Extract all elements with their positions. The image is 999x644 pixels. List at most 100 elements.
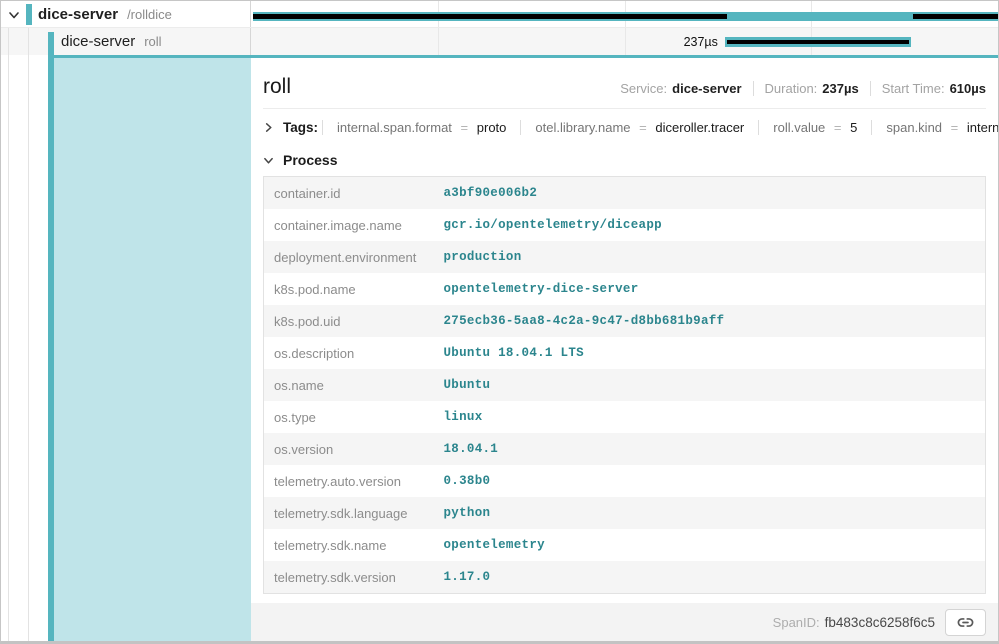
- span-detail-footer: SpanID: fb483c8c6258f6c5: [251, 603, 998, 641]
- process-table-row: os.name Ubuntu: [264, 369, 986, 401]
- span-row-rolldice[interactable]: dice-server /rolldice: [1, 1, 998, 28]
- span-duration-bar-rolldice[interactable]: [253, 12, 998, 21]
- tag-value: 5: [850, 120, 857, 135]
- process-table-row: telemetry.auto.version 0.38b0: [264, 465, 986, 497]
- tag-equals: =: [639, 120, 647, 135]
- process-value: production: [434, 241, 986, 273]
- process-value: python: [434, 497, 986, 529]
- span-bar-core: [913, 14, 998, 19]
- process-value: gcr.io/opentelemetry/diceapp: [434, 209, 986, 241]
- jaeger-trace-detail-window: dice-server /rolldice dice-server roll 2…: [0, 0, 999, 644]
- indent-guide: [28, 28, 29, 55]
- process-value: Ubuntu: [434, 369, 986, 401]
- span-detail-left-strip: [1, 55, 251, 641]
- tags-label: Tags:: [283, 120, 318, 135]
- tag-item: span.kind = internal: [871, 120, 998, 135]
- tag-item: internal.span.format = proto: [322, 120, 520, 135]
- chevron-down-icon: [263, 155, 274, 166]
- operation-name: /rolldice: [127, 7, 172, 22]
- collapse-chevron-down-icon[interactable]: [8, 9, 20, 21]
- process-key: container.id: [264, 177, 434, 210]
- process-table-row: k8s.pod.name opentelemetry-dice-server: [264, 273, 986, 305]
- tag-item: otel.library.name = diceroller.tracer: [520, 120, 758, 135]
- process-value: 1.17.0: [434, 561, 986, 594]
- start-time-value: 610µs: [950, 81, 986, 96]
- process-table-row: container.id a3bf90e006b2: [264, 177, 986, 210]
- operation-name: roll: [144, 34, 161, 49]
- process-value: opentelemetry-dice-server: [434, 273, 986, 305]
- process-key: k8s.pod.name: [264, 273, 434, 305]
- tag-key: span.kind: [886, 120, 942, 135]
- chevron-right-icon: [263, 122, 274, 133]
- process-keyvalues-table: container.id a3bf90e006b2 container.imag…: [263, 176, 986, 594]
- start-time-label: Start Time:: [882, 81, 945, 96]
- span-detail-panel: roll Service: dice-server Duration: 237µ…: [251, 55, 998, 641]
- process-table-row: os.version 18.04.1: [264, 433, 986, 465]
- span-duration-bar-roll[interactable]: [725, 37, 912, 47]
- tag-value: proto: [477, 120, 507, 135]
- link-icon: [957, 614, 974, 631]
- tag-item: roll.value = 5: [758, 120, 871, 135]
- tag-key: otel.library.name: [535, 120, 630, 135]
- process-value: 0.38b0: [434, 465, 986, 497]
- span-duration-label: 237µs: [251, 35, 718, 49]
- span-bar-core: [253, 14, 727, 19]
- process-value: linux: [434, 401, 986, 433]
- duration-label: Duration:: [765, 81, 818, 96]
- process-key: telemetry.sdk.name: [264, 529, 434, 561]
- duration-value: 237µs: [822, 81, 858, 96]
- process-accordion[interactable]: Process: [263, 147, 986, 176]
- indent-guide: [8, 55, 9, 641]
- tag-value: diceroller.tracer: [655, 120, 744, 135]
- span-name-cell-rolldice[interactable]: dice-server /rolldice: [1, 1, 251, 27]
- tag-equals: =: [951, 120, 959, 135]
- span-title: roll: [263, 75, 291, 99]
- span-id-value: fb483c8c6258f6c5: [825, 615, 935, 630]
- span-detail-row: roll Service: dice-server Duration: 237µ…: [1, 55, 998, 641]
- span-detail-card: roll Service: dice-server Duration: 237µ…: [251, 58, 998, 603]
- span-bar-core: [727, 40, 910, 44]
- process-key: os.name: [264, 369, 434, 401]
- process-key: telemetry.sdk.version: [264, 561, 434, 594]
- separator: [753, 81, 754, 96]
- span-color-bar: [26, 4, 32, 25]
- process-key: telemetry.sdk.language: [264, 497, 434, 529]
- process-table-row: telemetry.sdk.language python: [264, 497, 986, 529]
- service-name: dice-server: [38, 6, 118, 23]
- span-name-cell-roll[interactable]: dice-server roll: [1, 28, 251, 55]
- process-label: Process: [283, 152, 337, 168]
- span-id-label: SpanID:: [773, 615, 820, 630]
- service-value: dice-server: [672, 81, 741, 96]
- timeline-cell-roll: 237µs: [251, 28, 998, 55]
- process-table-row: deployment.environment production: [264, 241, 986, 273]
- process-value: opentelemetry: [434, 529, 986, 561]
- process-table-row: os.type linux: [264, 401, 986, 433]
- process-key: deployment.environment: [264, 241, 434, 273]
- span-summary-stats: Service: dice-server Duration: 237µs Sta…: [620, 81, 986, 96]
- process-table-row: os.description Ubuntu 18.04.1 LTS: [264, 337, 986, 369]
- span-row-roll[interactable]: dice-server roll 237µs: [1, 28, 998, 55]
- process-table-row: telemetry.sdk.version 1.17.0: [264, 561, 986, 594]
- tag-equals: =: [461, 120, 469, 135]
- deep-link-button[interactable]: [945, 609, 986, 636]
- process-key: os.description: [264, 337, 434, 369]
- span-detail-header: roll Service: dice-server Duration: 237µ…: [263, 58, 986, 108]
- process-key: k8s.pod.uid: [264, 305, 434, 337]
- process-value: Ubuntu 18.04.1 LTS: [434, 337, 986, 369]
- tags-accordion[interactable]: Tags: internal.span.format = proto otel.…: [263, 109, 986, 147]
- process-key: os.version: [264, 433, 434, 465]
- process-table-row: telemetry.sdk.name opentelemetry: [264, 529, 986, 561]
- process-value: 275ecb36-5aa8-4c2a-9c47-d8bb681b9aff: [434, 305, 986, 337]
- tag-key: roll.value: [773, 120, 825, 135]
- indent-guide: [8, 28, 9, 55]
- indent-guide: [28, 55, 29, 641]
- tag-value: internal: [967, 120, 998, 135]
- tag-equals: =: [834, 120, 842, 135]
- tag-key: internal.span.format: [337, 120, 452, 135]
- process-value: 18.04.1: [434, 433, 986, 465]
- process-key: telemetry.auto.version: [264, 465, 434, 497]
- timeline-cell-rolldice: [251, 1, 998, 27]
- service-label: Service:: [620, 81, 667, 96]
- separator: [870, 81, 871, 96]
- process-key: container.image.name: [264, 209, 434, 241]
